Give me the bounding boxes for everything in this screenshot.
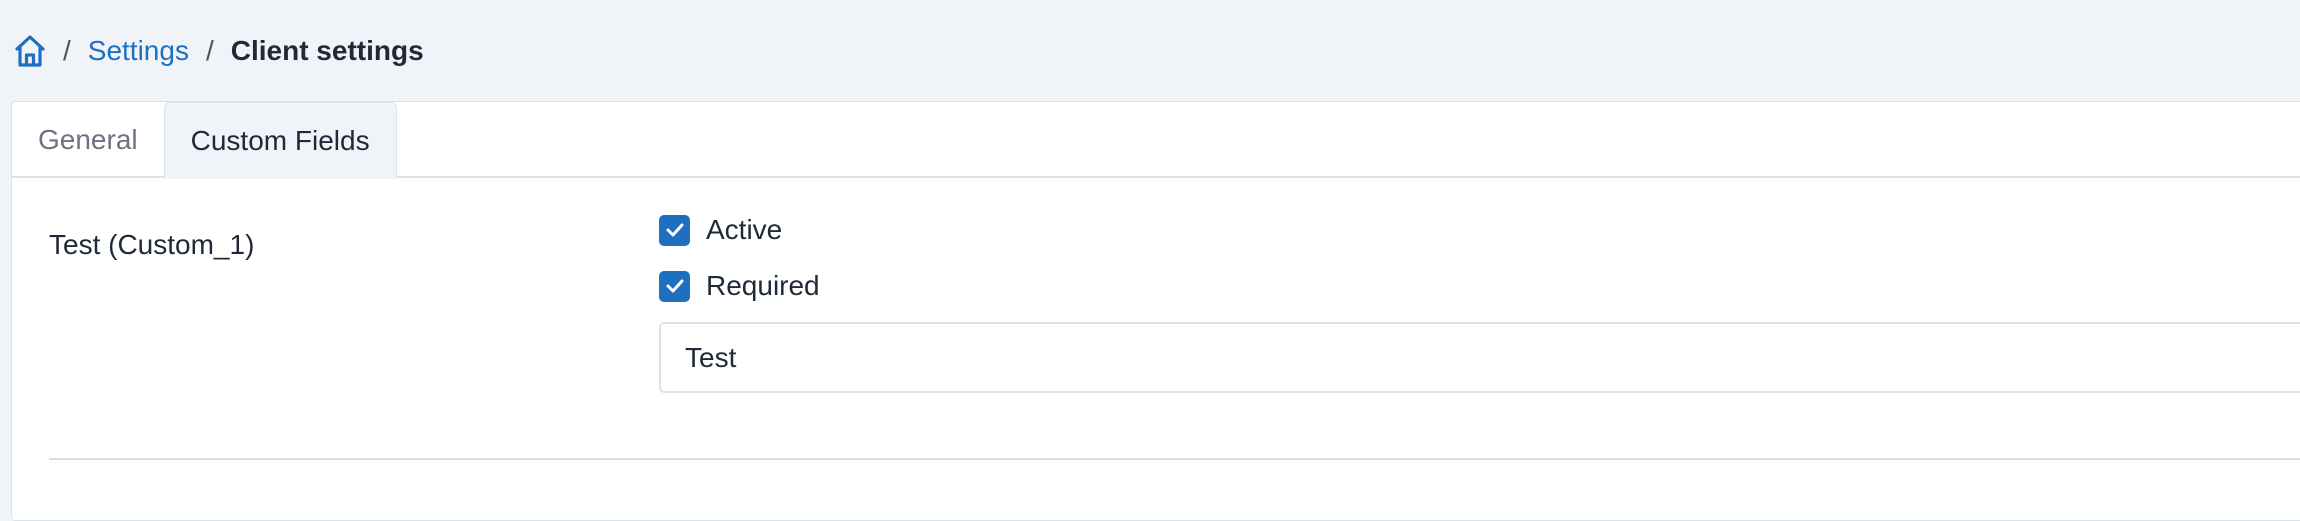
- required-checkbox-row[interactable]: Required: [659, 270, 820, 302]
- active-label: Active: [706, 214, 783, 245]
- breadcrumb-separator: /: [205, 34, 214, 66]
- section-divider: [49, 458, 2300, 460]
- tab-general[interactable]: General: [12, 102, 164, 177]
- breadcrumb-settings-link[interactable]: Settings: [88, 35, 189, 67]
- checkmark-icon: [666, 279, 683, 293]
- checkmark-icon: [666, 223, 683, 237]
- page-title: Client settings: [230, 34, 424, 66]
- active-checkbox[interactable]: [659, 214, 690, 246]
- required-label: Required: [706, 270, 820, 301]
- active-checkbox-row[interactable]: Active: [659, 214, 782, 246]
- breadcrumb: / Settings / Client settings: [0, 0, 2300, 101]
- tab-custom-fields[interactable]: Custom Fields: [163, 102, 397, 179]
- tab-bar: General Custom Fields: [12, 102, 2300, 179]
- custom-field-label: Test (Custom_1): [49, 229, 255, 260]
- required-checkbox[interactable]: [659, 270, 690, 302]
- home-icon[interactable]: [14, 34, 46, 68]
- custom-field-value-input[interactable]: [659, 322, 2300, 393]
- breadcrumb-separator: /: [63, 34, 71, 66]
